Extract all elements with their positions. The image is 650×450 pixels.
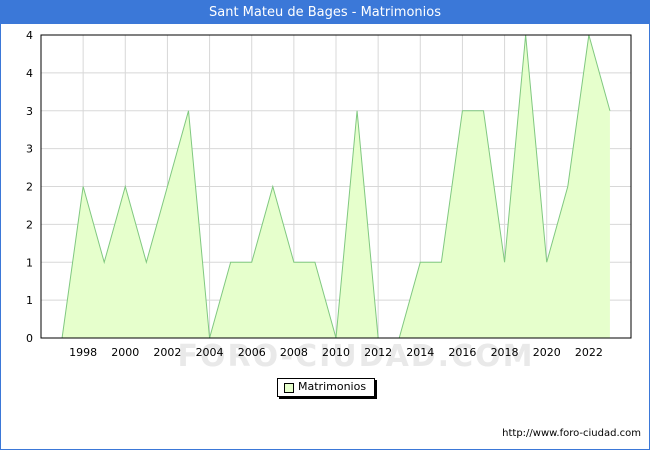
data-point — [82, 186, 84, 188]
data-point — [504, 261, 506, 263]
source-url: http://www.foro-ciudad.com — [502, 428, 641, 439]
x-tick-label: 2004 — [196, 346, 224, 359]
data-point — [124, 186, 126, 188]
chart-frame: Sant Mateu de Bages - Matrimonios FORO-C… — [0, 0, 650, 450]
data-point — [293, 261, 295, 263]
data-point — [314, 261, 316, 263]
y-tick-label: 3 — [26, 143, 33, 156]
legend: Matrimonios — [277, 378, 375, 397]
data-point — [145, 261, 147, 263]
y-tick-label: 1 — [26, 256, 33, 269]
data-point — [251, 261, 253, 263]
x-tick-label: 2002 — [153, 346, 181, 359]
x-tick-label: 2006 — [238, 346, 266, 359]
x-tick-label: 2012 — [364, 346, 392, 359]
legend-swatch — [284, 383, 294, 393]
data-point — [188, 110, 190, 112]
y-tick-label: 2 — [26, 218, 33, 231]
data-point — [461, 110, 463, 112]
watermark: FORO-CIUDAD.COM — [178, 339, 535, 374]
data-point — [272, 186, 274, 188]
x-tick-label: 2014 — [406, 346, 434, 359]
x-tick-label: 2008 — [280, 346, 308, 359]
x-tick-label: 2010 — [322, 346, 350, 359]
data-point — [609, 110, 611, 112]
y-tick-label: 4 — [26, 29, 33, 42]
x-tick-label: 1998 — [69, 346, 97, 359]
legend-label: Matrimonios — [298, 380, 367, 393]
y-tick-label: 0 — [26, 332, 33, 345]
data-point — [419, 261, 421, 263]
x-tick-label: 2016 — [448, 346, 476, 359]
x-tick-label: 2020 — [533, 346, 561, 359]
x-tick-label: 2000 — [111, 346, 139, 359]
data-point — [356, 110, 358, 112]
data-point — [483, 110, 485, 112]
x-tick-label: 2022 — [575, 346, 603, 359]
data-point — [546, 261, 548, 263]
y-tick-label: 4 — [26, 67, 33, 80]
data-point — [567, 186, 569, 188]
y-tick-label: 2 — [26, 181, 33, 194]
data-point — [103, 261, 105, 263]
data-point — [166, 186, 168, 188]
data-point — [440, 261, 442, 263]
x-tick-label: 2018 — [491, 346, 519, 359]
y-tick-label: 3 — [26, 105, 33, 118]
y-tick-label: 1 — [26, 294, 33, 307]
data-point — [230, 261, 232, 263]
